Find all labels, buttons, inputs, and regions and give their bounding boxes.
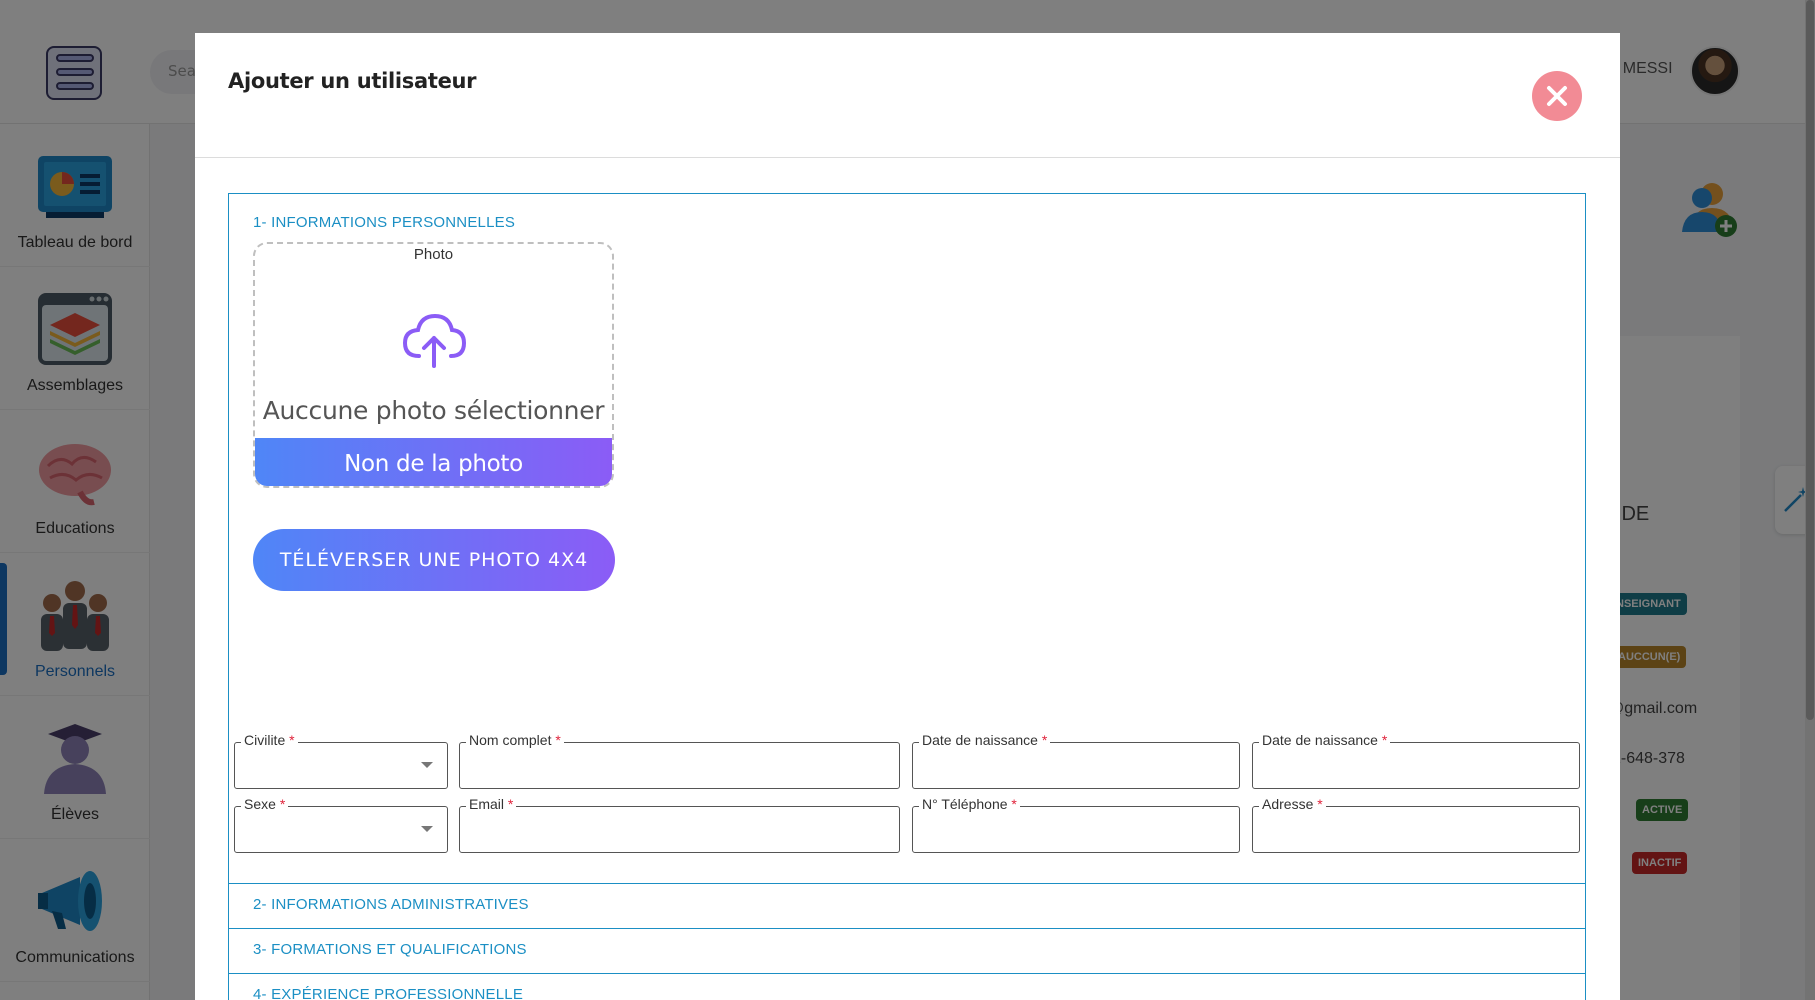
modal-title: Ajouter un utilisateur — [228, 69, 477, 93]
chevron-down-icon — [421, 826, 433, 832]
nom-complet-input[interactable]: Nom complet * — [459, 732, 900, 789]
modal-header: Ajouter un utilisateur — [195, 33, 1620, 158]
adresse-input[interactable]: Adresse * — [1252, 796, 1580, 853]
section-admin-info[interactable]: 2- INFORMATIONS ADMINISTRATIVES — [228, 883, 1586, 929]
adresse-field[interactable] — [1253, 807, 1579, 852]
section-experience[interactable]: 4- EXPÉRIENCE PROFESSIONNELLE — [228, 973, 1586, 1000]
date-naissance-field-2[interactable] — [1253, 743, 1579, 788]
close-button[interactable] — [1532, 71, 1582, 121]
section-title[interactable]: 3- FORMATIONS ET QUALIFICATIONS — [253, 941, 527, 958]
telephone-field[interactable] — [913, 807, 1239, 852]
section-title[interactable]: 4- EXPÉRIENCE PROFESSIONNELLE — [253, 986, 523, 1000]
required-marker: * — [279, 796, 286, 812]
photo-dropzone[interactable]: Photo Auccune photo sélectionner Non de … — [253, 242, 614, 488]
date-naissance-field[interactable] — [913, 743, 1239, 788]
date-naissance-input-2[interactable]: Date de naissance * — [1252, 732, 1580, 789]
civilite-select[interactable]: Civilite * — [234, 732, 448, 789]
no-photo-text: Auccune photo sélectionner — [262, 396, 605, 425]
telephone-input[interactable]: N° Téléphone * — [912, 796, 1240, 853]
upload-photo-button[interactable]: TÉLÉVERSER UNE PHOTO 4X4 — [253, 529, 615, 591]
sexe-select[interactable]: Sexe * — [234, 796, 448, 853]
add-user-modal: Ajouter un utilisateur 1- INFORMATIONS P… — [195, 33, 1620, 1000]
field-label: Civilite — [244, 732, 286, 748]
required-marker: * — [289, 732, 295, 748]
email-input[interactable]: Email * — [459, 796, 900, 853]
section-title[interactable]: 2- INFORMATIONS ADMINISTRATIVES — [253, 896, 529, 913]
section-title[interactable]: 1- INFORMATIONS PERSONNELLES — [253, 214, 515, 231]
nom-complet-field[interactable] — [460, 743, 899, 788]
photo-name-bar: Non de la photo — [255, 438, 612, 486]
date-naissance-input[interactable]: Date de naissance * — [912, 732, 1240, 789]
photo-label: Photo — [413, 246, 454, 263]
field-label: Sexe — [244, 796, 276, 812]
email-field[interactable] — [460, 807, 899, 852]
section-training[interactable]: 3- FORMATIONS ET QUALIFICATIONS — [228, 928, 1586, 974]
cloud-upload-icon — [402, 313, 467, 368]
section-personal-info: 1- INFORMATIONS PERSONNELLES Photo Auccu… — [228, 193, 1586, 884]
chevron-down-icon — [421, 762, 433, 768]
close-icon — [1547, 86, 1567, 106]
